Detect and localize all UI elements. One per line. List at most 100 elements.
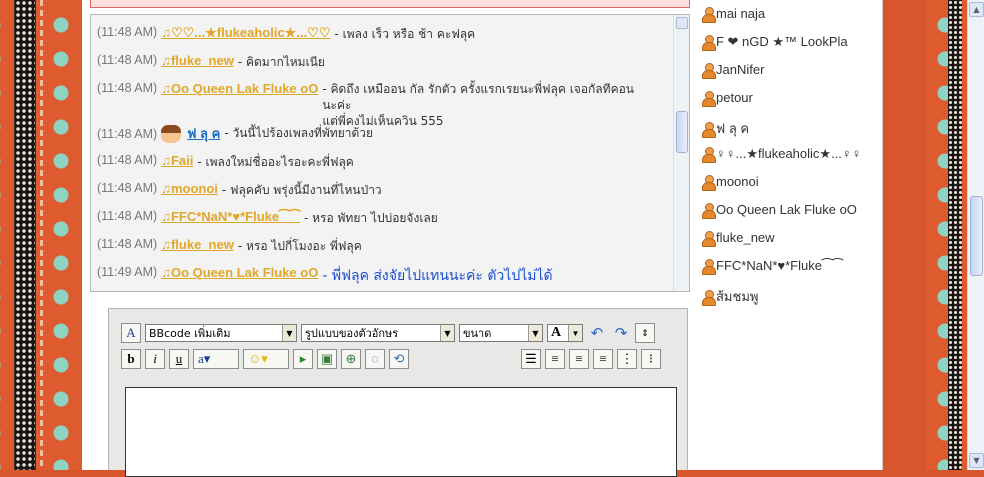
user-icon xyxy=(702,289,716,306)
chat-message: (11:48 AM) ♫♡♡...★flukeaholic★...♡♡ - เพ… xyxy=(97,25,475,44)
align-center-icon[interactable]: ≡ xyxy=(569,349,589,369)
page-scrollbar[interactable]: ▲ ▼ xyxy=(967,0,984,470)
text-format-select[interactable]: A ▼ xyxy=(547,324,583,342)
decorative-ribbon-right xyxy=(948,0,962,470)
message-text-line1: - คิดถึง เหมืออน กัล รักตัว ครั้งแรกเรยน… xyxy=(322,82,635,112)
message-nick[interactable]: ♫moonoi xyxy=(161,181,218,196)
user-list-item[interactable]: JanNifer xyxy=(702,62,765,79)
chat-message: (11:48 AM) ♫moonoi - ฟลุคคับ พรุ่งนี้มีง… xyxy=(97,181,382,200)
user-list-item[interactable]: ฟ ลุ ค xyxy=(702,118,749,139)
align-right-icon[interactable]: ≡ xyxy=(593,349,613,369)
message-time: (11:48 AM) xyxy=(97,81,158,95)
message-time: (11:49 AM) xyxy=(97,265,158,279)
editor-toolbar-bottom: b i u a▾ ☺▾ ▸ ▣ ⊕ ◌ ⟲ xyxy=(121,349,409,369)
code-icon[interactable]: ⟲ xyxy=(389,349,409,369)
smiley-avatar-icon xyxy=(161,124,182,143)
chat-message: (11:48 AM) ♫fluke_new - คิดมากไหมเนีย xyxy=(97,53,325,72)
chevron-down-icon: ▼ xyxy=(528,325,542,341)
users-panel-divider xyxy=(882,0,883,470)
user-list-item[interactable]: F ❤ nGD ★™ LookPla xyxy=(702,34,848,51)
user-list-item[interactable]: petour xyxy=(702,90,753,107)
message-nick[interactable]: ♫♡♡...★flukeaholic★...♡♡ xyxy=(161,25,330,41)
message-text: - หรอ พัทยา ไปบ่อยจังเลย xyxy=(304,211,438,225)
scroll-down-arrow-icon[interactable]: ▼ xyxy=(969,453,984,468)
scroll-up-arrow-icon[interactable]: ▲ xyxy=(969,2,984,17)
chat-log[interactable]: (11:48 AM) ♫♡♡...★flukeaholic★...♡♡ - เพ… xyxy=(90,14,690,292)
message-nick[interactable]: ♫FFC*NaN*♥*Fluke⁀⁀ xyxy=(161,209,300,225)
redo-icon[interactable]: ↷ xyxy=(611,323,631,343)
bullet-list-icon[interactable]: ⁝ xyxy=(641,349,661,369)
user-icon xyxy=(702,174,716,191)
numbered-list-icon[interactable]: ⋮ xyxy=(617,349,637,369)
smiley-icon[interactable]: ☺▾ xyxy=(243,349,289,369)
user-icon xyxy=(702,90,716,107)
message-input-area[interactable] xyxy=(125,387,677,477)
bbcode-select[interactable]: BBcode เพิ่มเติม ▼ xyxy=(145,324,297,342)
page-scroll-thumb[interactable] xyxy=(970,196,983,276)
user-name: ♀♀...★flukeaholic★...♀♀ xyxy=(716,146,862,161)
message-editor: A BBcode เพิ่มเติม ▼ รูปแบบของตัวอักษร ▼… xyxy=(108,308,688,477)
user-list-item[interactable]: ♀♀...★flukeaholic★...♀♀ xyxy=(702,146,862,163)
outdent-icon[interactable]: ☰ xyxy=(521,349,541,369)
user-list-item[interactable]: mai naja xyxy=(702,6,766,23)
scroll-thumb[interactable] xyxy=(676,111,688,153)
scroll-up-arrow-icon[interactable] xyxy=(676,17,688,29)
user-icon xyxy=(702,230,716,247)
font-size-select[interactable]: ขนาด ▼ xyxy=(459,324,543,342)
user-icon xyxy=(702,202,716,219)
chat-scrollbar[interactable] xyxy=(673,15,689,291)
format-glyph: A xyxy=(551,325,562,340)
image-icon[interactable]: ▣ xyxy=(317,349,337,369)
message-time: (11:48 AM) xyxy=(97,181,158,195)
user-list-item[interactable]: moonoi xyxy=(702,174,759,191)
chat-message: (11:49 AM) ♫Oo Queen Lak Fluke oO - พี่ฟ… xyxy=(97,265,553,287)
user-icon xyxy=(702,62,716,79)
text-color-icon[interactable]: a▾ xyxy=(193,349,239,369)
user-list-item[interactable]: ส้มชมพู xyxy=(702,286,758,307)
user-list-item[interactable]: Oo Queen Lak Fluke oO xyxy=(702,202,857,219)
message-nick[interactable]: ♫fluke_new xyxy=(161,237,234,252)
message-time: (11:48 AM) xyxy=(97,209,158,223)
message-text: - หรอ ไปกี่โมงอะ พี่ฟลุค xyxy=(237,239,362,253)
message-nick[interactable]: ฟ ลุ ค xyxy=(187,123,220,144)
font-family-select[interactable]: รูปแบบของตัวอักษร ▼ xyxy=(301,324,455,342)
message-time: (11:48 AM) xyxy=(97,53,158,67)
user-name: ฟ ลุ ค xyxy=(716,121,750,136)
align-left-icon[interactable]: ≡ xyxy=(545,349,565,369)
user-icon xyxy=(702,147,716,163)
size-select-value: ขนาด xyxy=(463,327,492,340)
user-icon xyxy=(702,6,716,23)
quote-icon[interactable]: ◌ xyxy=(365,349,385,369)
user-list-item[interactable]: fluke_new xyxy=(702,230,775,247)
user-icon xyxy=(702,259,716,275)
message-time: (11:48 AM) xyxy=(97,153,158,167)
user-name: moonoi xyxy=(716,174,759,189)
message-nick[interactable]: ♫fluke_new xyxy=(161,53,234,68)
undo-icon[interactable]: ↶ xyxy=(587,323,607,343)
user-name: petour xyxy=(716,90,753,105)
link-icon[interactable]: ▸ xyxy=(293,349,313,369)
message-nick[interactable]: ♫Oo Queen Lak Fluke oO xyxy=(161,81,318,96)
chat-message: (11:48 AM) ♫fluke_new - หรอ ไปกี่โมงอะ พ… xyxy=(97,237,362,256)
resize-icon[interactable]: ⇕ xyxy=(635,323,655,343)
editor-toolbar-top: A BBcode เพิ่มเติม ▼ รูปแบบของตัวอักษร ▼… xyxy=(121,323,655,343)
italic-button[interactable]: i xyxy=(145,349,165,369)
message-text: - คิดถึง เหมืออน กัล รักตัว ครั้งแรกเรยน… xyxy=(322,81,638,129)
user-list-item[interactable]: FFC*NaN*♥*Fluke⁀⁀ xyxy=(702,258,843,275)
message-time: (11:48 AM) xyxy=(97,126,158,141)
user-name: mai naja xyxy=(716,6,766,21)
user-name: JanNifer xyxy=(716,62,765,77)
message-nick[interactable]: ♫Faii xyxy=(161,153,193,168)
bold-button[interactable]: b xyxy=(121,349,141,369)
message-nick[interactable]: ♫Oo Queen Lak Fluke oO xyxy=(161,265,318,280)
media-icon[interactable]: ⊕ xyxy=(341,349,361,369)
decorative-ribbon-left xyxy=(14,0,36,470)
user-name: FFC*NaN*♥*Fluke⁀⁀ xyxy=(716,258,843,273)
notice-banner xyxy=(90,0,690,8)
user-icon xyxy=(702,121,716,138)
underline-button[interactable]: u xyxy=(169,349,189,369)
message-time: (11:48 AM) xyxy=(97,25,158,39)
user-name: Oo Queen Lak Fluke oO xyxy=(716,202,857,217)
font-style-icon[interactable]: A xyxy=(121,323,141,343)
chevron-down-icon: ▼ xyxy=(282,325,296,341)
